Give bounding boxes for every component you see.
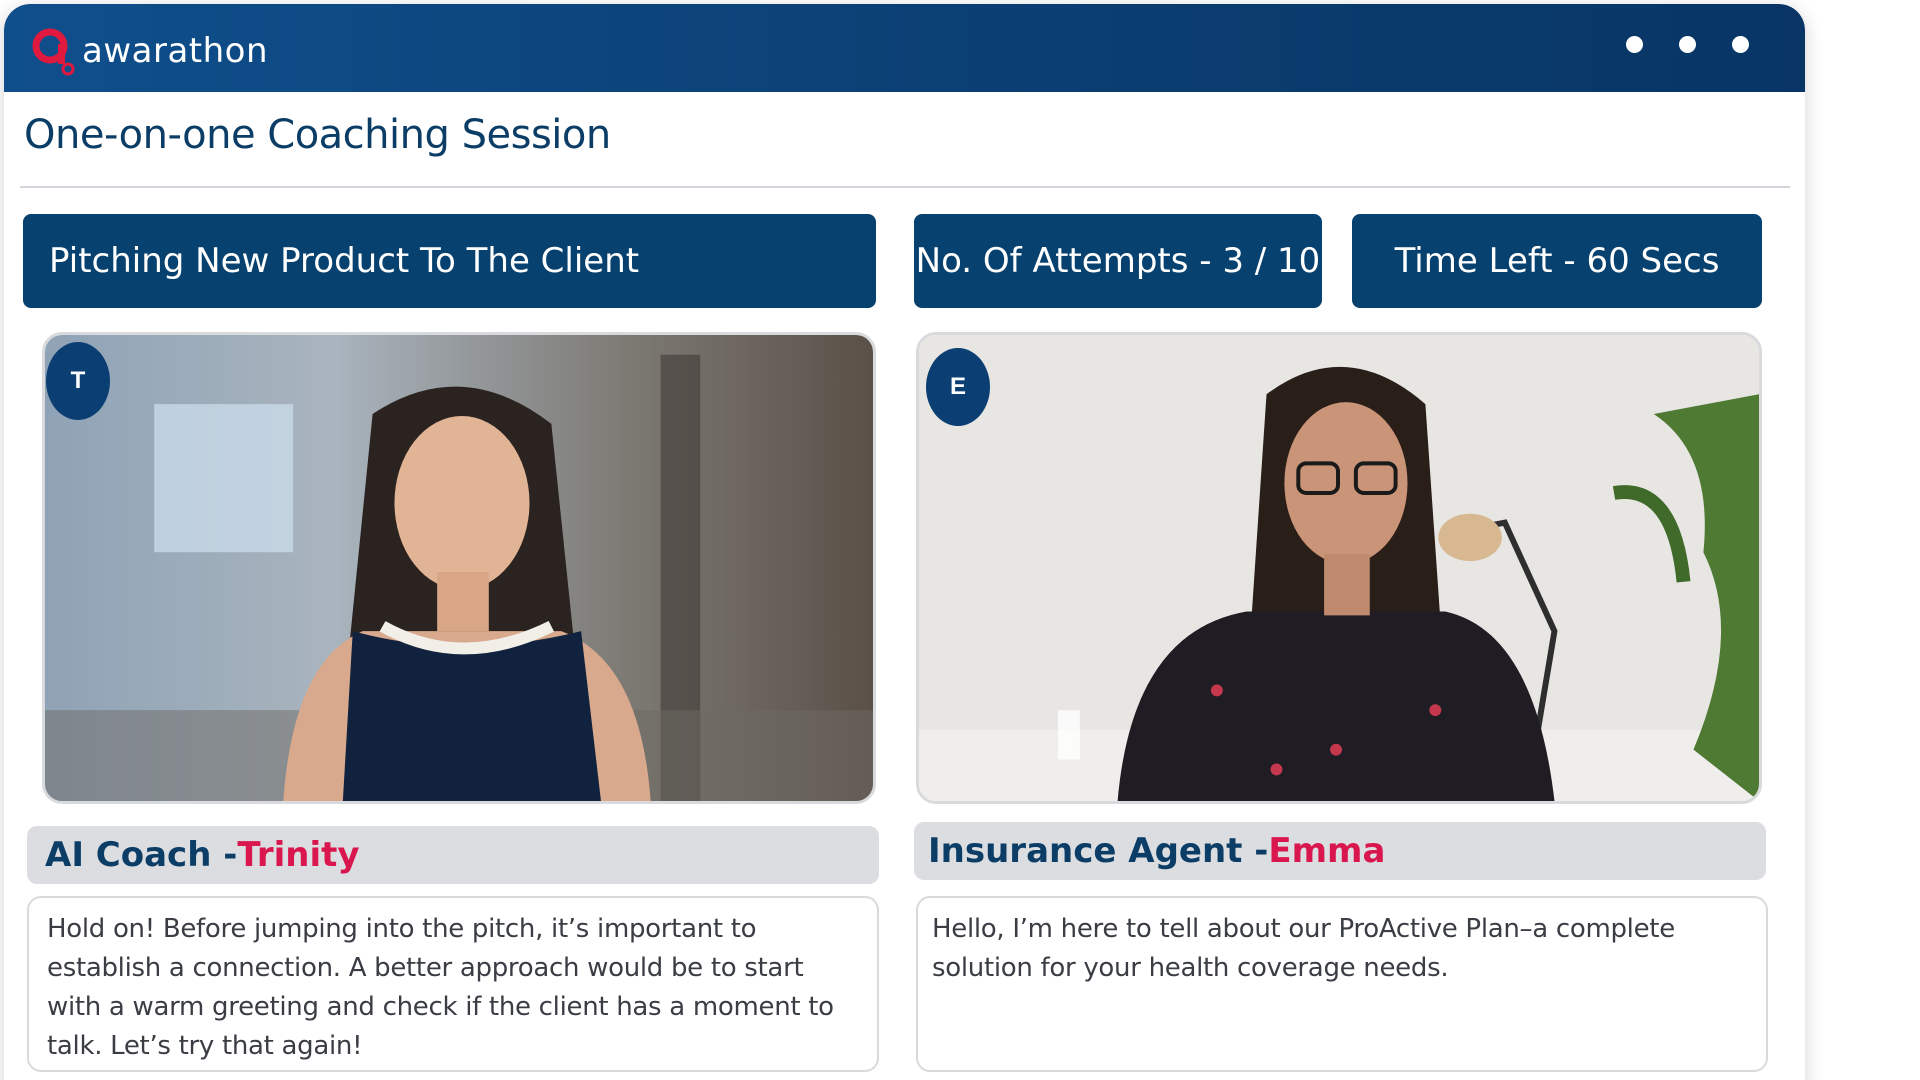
agent-message: Hello, I’m here to tell about our ProAct…	[916, 896, 1768, 1072]
app-window: awarathon One-on-one Coaching Session Pi…	[4, 4, 1805, 1080]
coach-avatar-badge: T	[46, 342, 110, 420]
agent-name: Emma	[1268, 831, 1386, 871]
agent-video	[916, 332, 1762, 804]
brand-logo[interactable]: awarathon	[32, 26, 268, 76]
attempts-counter: No. Of Attempts - 3 / 10	[914, 214, 1322, 308]
coach-name-bar: AI Coach - Trinity	[27, 826, 879, 884]
divider	[20, 186, 1790, 188]
time-left-counter: Time Left - 60 Secs	[1352, 214, 1762, 308]
dot-icon	[1626, 36, 1643, 53]
coach-video	[42, 332, 876, 804]
coach-message: Hold on! Before jumping into the pitch, …	[27, 896, 879, 1072]
coach-role-label: AI Coach -	[45, 835, 238, 875]
dot-icon	[1679, 36, 1696, 53]
page-title: One-on-one Coaching Session	[24, 112, 611, 158]
session-topic: Pitching New Product To The Client	[23, 214, 876, 308]
agent-role-label: Insurance Agent -	[928, 831, 1269, 871]
awarathon-logo-icon	[32, 26, 78, 76]
agent-name-bar: Insurance Agent - Emma	[914, 822, 1766, 880]
coach-name: Trinity	[237, 835, 360, 875]
agent-avatar-badge: E	[926, 348, 990, 426]
dot-icon	[1732, 36, 1749, 53]
brand-name: awarathon	[82, 31, 269, 71]
top-bar: awarathon	[4, 4, 1805, 92]
more-menu-button[interactable]	[1626, 36, 1749, 53]
